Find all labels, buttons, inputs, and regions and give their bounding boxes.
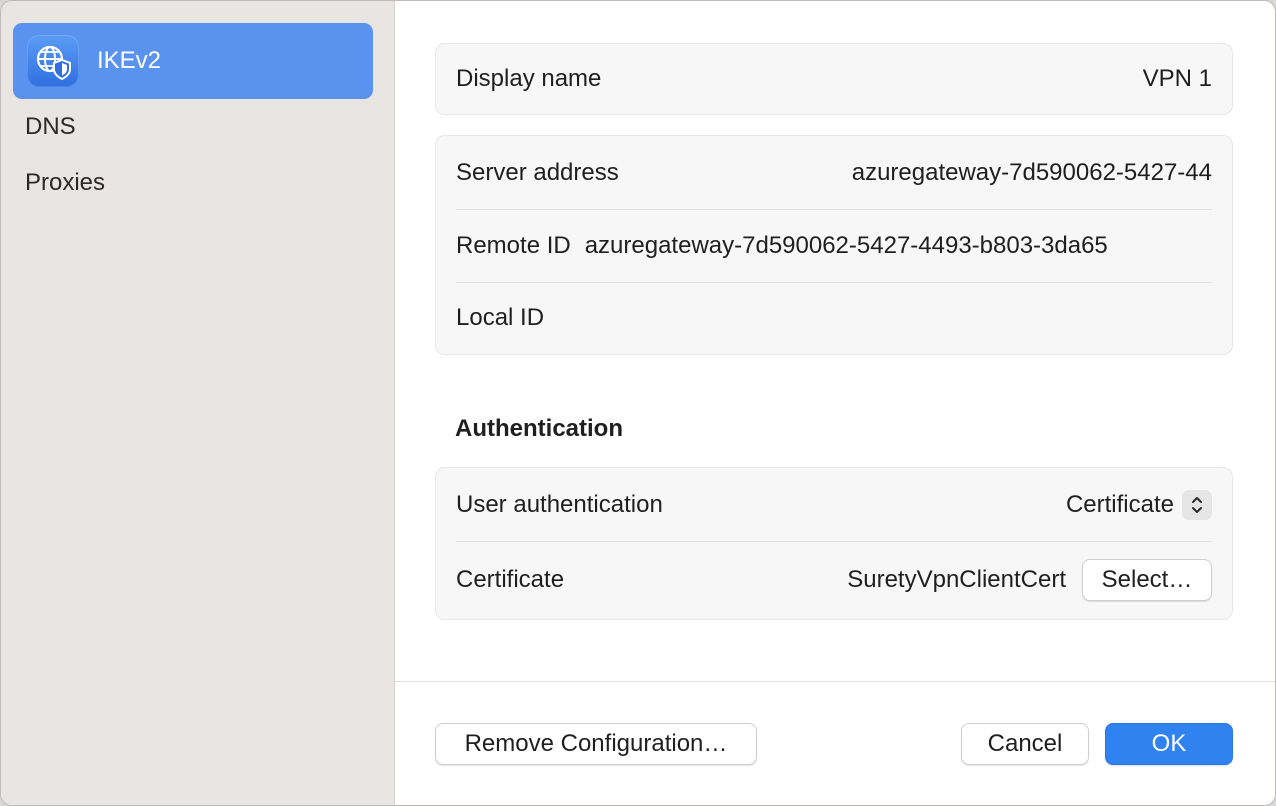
sidebar-item-ikev2[interactable]: IKEv2: [13, 23, 373, 99]
server-group: Server address azuregateway-7d590062-542…: [435, 135, 1233, 355]
sidebar: IKEv2 DNS Proxies: [1, 1, 395, 805]
footer-divider: [395, 681, 1275, 682]
main-panel: Display name VPN 1 Server address azureg…: [395, 1, 1275, 805]
cancel-button[interactable]: Cancel: [961, 723, 1089, 765]
display-name-label: Display name: [456, 65, 602, 92]
user-auth-label: User authentication: [456, 490, 663, 518]
server-address-label: Server address: [456, 158, 619, 186]
select-certificate-button[interactable]: Select…: [1082, 559, 1212, 601]
authentication-heading: Authentication: [455, 415, 623, 442]
local-id-label: Local ID: [456, 304, 545, 331]
sidebar-item-dns[interactable]: DNS: [25, 113, 76, 141]
user-auth-row: User authentication Certificate: [436, 468, 1232, 541]
user-auth-value: Certificate: [1065, 490, 1174, 518]
certificate-row: Certificate SuretyVpnClientCert Select…: [436, 541, 1232, 619]
local-id-row[interactable]: Local ID: [436, 282, 1232, 354]
chevron-updown-icon: [1182, 489, 1212, 520]
globe-shield-icon: [27, 35, 79, 87]
remote-id-field[interactable]: azuregateway-7d590062-5427-4493-b803-3da…: [585, 232, 1108, 260]
remove-configuration-button[interactable]: Remove Configuration…: [435, 723, 757, 765]
certificate-value: SuretyVpnClientCert: [847, 566, 1066, 593]
remote-id-row[interactable]: Remote ID azuregateway-7d590062-5427-449…: [436, 209, 1232, 282]
display-name-row[interactable]: Display name VPN 1: [436, 44, 1232, 114]
sidebar-item-proxies[interactable]: Proxies: [25, 169, 105, 197]
server-address-field[interactable]: azuregateway-7d590062-5427-44: [852, 159, 1212, 187]
authentication-group: User authentication Certificate Certific…: [435, 467, 1233, 620]
remote-id-label: Remote ID: [456, 231, 571, 259]
display-name-value[interactable]: VPN 1: [1143, 65, 1212, 93]
sidebar-item-label: IKEv2: [97, 47, 162, 74]
certificate-label: Certificate: [456, 566, 565, 593]
ok-button[interactable]: OK: [1105, 723, 1233, 765]
display-name-group: Display name VPN 1: [435, 43, 1233, 115]
vpn-config-window: IKEv2 DNS Proxies Display name VPN 1 Ser…: [0, 0, 1276, 806]
user-auth-popup[interactable]: Certificate: [1065, 489, 1212, 520]
server-address-row[interactable]: Server address azuregateway-7d590062-542…: [436, 136, 1232, 209]
